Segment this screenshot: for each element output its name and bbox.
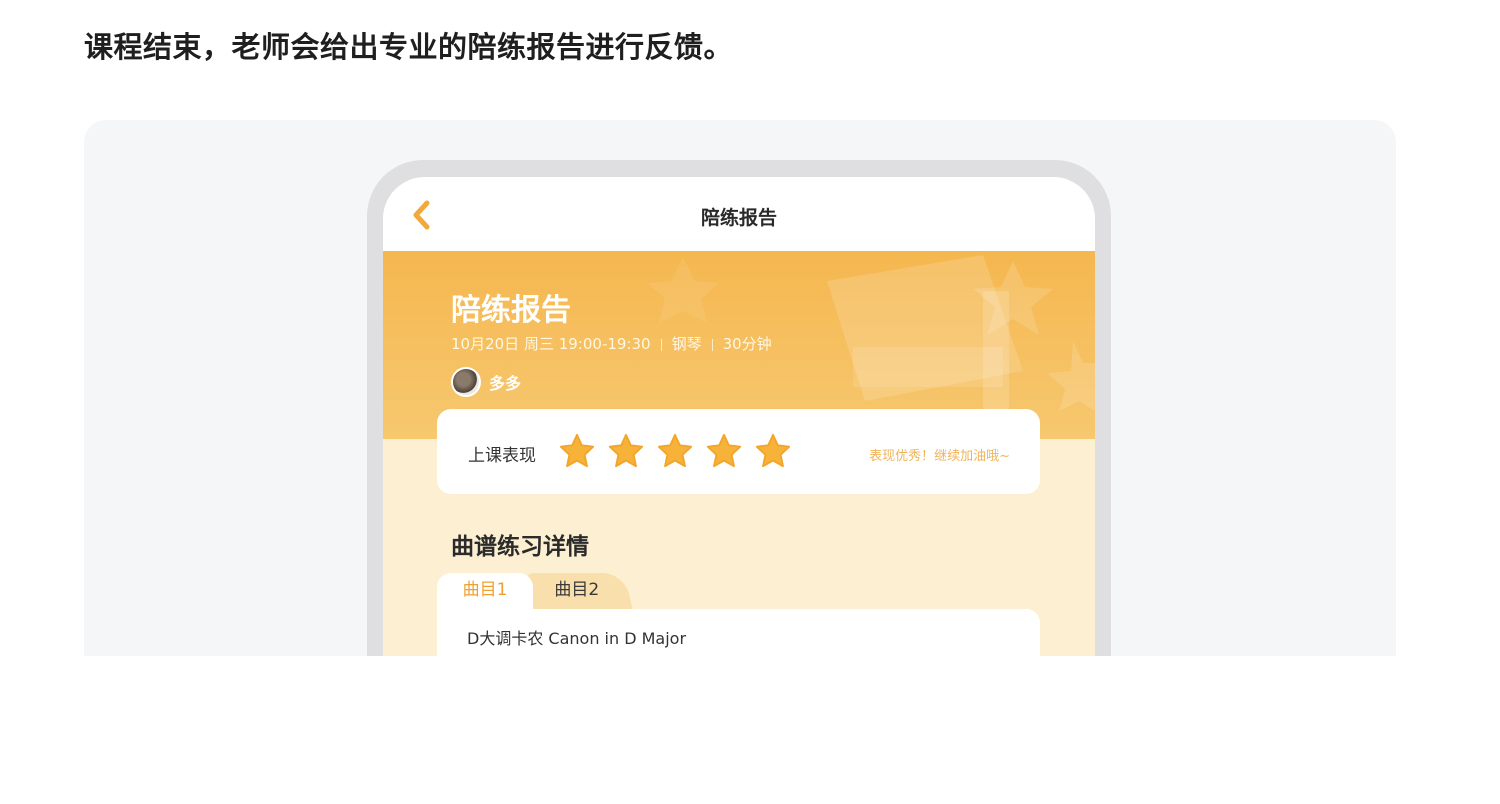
meta-divider [711,338,713,351]
avatar [451,367,481,397]
intro-text: 课程结束，老师会给出专业的陪练报告进行反馈。 [84,30,734,64]
navbar: 陪练报告 [383,177,1095,251]
lesson-meta: 10月20日 周三 19:00-19:30 钢琴 30分钟 [451,333,772,354]
student-name: 多多 [489,374,522,393]
tab-song-1[interactable]: 曲目1 [437,573,533,613]
meta-divider [660,338,662,351]
device-frame: 陪练报告 陪练报告 10月20日 周三 19:00-19:30 钢琴 30分钟 [367,160,1111,656]
lesson-datetime: 10月20日 周三 19:00-19:30 [451,335,651,353]
report-title: 陪练报告 [451,293,571,328]
performance-label: 上课表现 [468,446,536,466]
lesson-duration: 30分钟 [722,335,772,353]
song-name: D大调卡农 Canon in D Major [467,629,687,648]
star-icon [657,433,693,468]
song-tabs: 曲目2 曲目1 [437,573,1040,613]
performance-card: 上课表现 表现优秀！继续加油哦~ [437,409,1040,494]
section-title: 曲谱练习详情 [451,534,589,560]
lesson-instrument: 钢琴 [671,335,702,353]
star-icon [608,433,644,468]
tab-song-2[interactable]: 曲目2 [520,573,634,613]
star-icon [755,433,791,468]
student-info: 多多 [451,367,521,397]
rating-stars [558,432,792,470]
performance-comment: 表现优秀！继续加油哦~ [869,449,1010,464]
tab-label: 曲目2 [553,580,599,600]
song-card: D大调卡农 Canon in D Major [437,609,1040,656]
star-icon [706,433,742,468]
preview-panel: 陪练报告 陪练报告 10月20日 周三 19:00-19:30 钢琴 30分钟 [84,120,1396,656]
star-icon [559,433,595,468]
device-screen: 陪练报告 陪练报告 10月20日 周三 19:00-19:30 钢琴 30分钟 [383,177,1095,656]
navbar-title: 陪练报告 [700,207,777,229]
